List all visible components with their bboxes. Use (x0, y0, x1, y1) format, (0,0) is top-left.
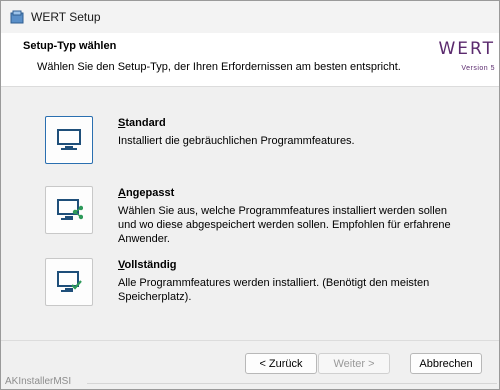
option-custom-name: Angepasst (118, 187, 175, 199)
back-button[interactable]: < Zurück (245, 353, 317, 374)
window-title: WERT Setup (31, 10, 101, 24)
footer-separator (1, 340, 499, 341)
option-complete-description: Alle Programmfeatures werden installiert… (118, 277, 430, 303)
setup-type-options: Standard Installiert die gebräuchlichen … (1, 88, 499, 340)
custom-option-button[interactable] (45, 186, 93, 234)
option-standard-description: Installiert die gebräuchlichen Programmf… (118, 135, 355, 147)
installer-brand: AKInstallerMSI (5, 376, 72, 387)
monitor-check-icon (57, 271, 82, 292)
option-standard: Standard Installiert die gebräuchlichen … (45, 116, 458, 164)
option-custom: Angepasst Wählen Sie aus, welche Program… (45, 186, 458, 246)
page-title: Setup-Typ wählen (23, 40, 117, 52)
option-complete: Vollständig Alle Programmfeatures werden… (45, 258, 458, 306)
option-custom-description: Wählen Sie aus, welche Programmfeatures … (118, 205, 451, 245)
next-button[interactable]: Weiter > (318, 353, 390, 374)
logo-word: WERT (438, 39, 495, 59)
monitor-share-icon (57, 199, 83, 220)
title-bar[interactable]: WERT Setup (1, 1, 499, 33)
wert-logo: WERT Version 5 (438, 39, 495, 72)
page-header: Setup-Typ wählen Wählen Sie den Setup-Ty… (1, 33, 499, 87)
installer-icon (9, 9, 25, 25)
cancel-button[interactable]: Abbrechen (410, 353, 482, 374)
option-complete-name: Vollständig (118, 259, 177, 271)
option-standard-name: Standard (118, 117, 166, 129)
setup-window: WERT Setup Setup-Typ wählen Wählen Sie d… (0, 0, 500, 390)
monitor-icon (57, 129, 81, 150)
logo-version: Version 5 (461, 65, 495, 72)
page-subtitle: Wählen Sie den Setup-Typ, der Ihren Erfo… (37, 61, 401, 73)
complete-option-button[interactable] (45, 258, 93, 306)
standard-option-button[interactable] (45, 116, 93, 164)
brand-divider (87, 383, 497, 384)
